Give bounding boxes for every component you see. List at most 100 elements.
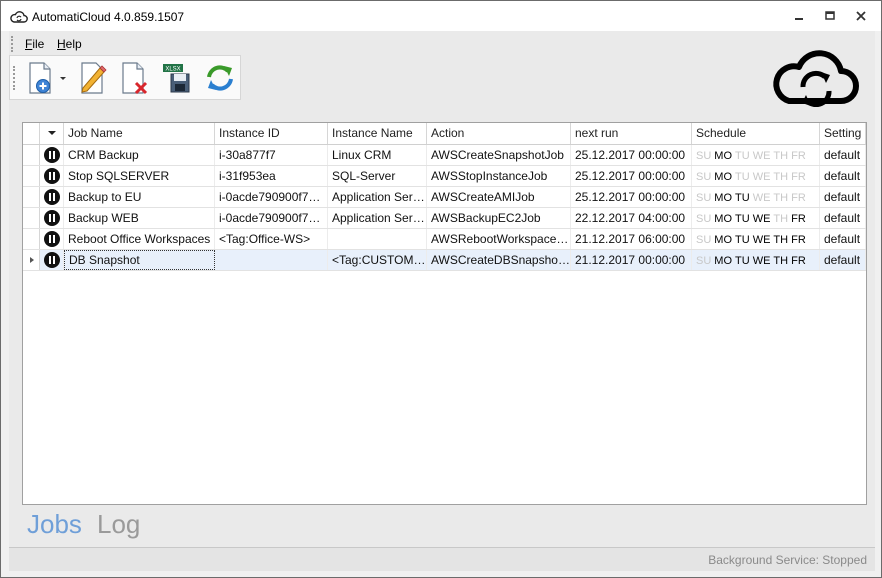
table-row[interactable]: Backup WEB i-0acde790900f786a9 Application… bbox=[23, 208, 866, 229]
pause-button[interactable] bbox=[40, 145, 64, 165]
cell-job-name[interactable]: CRM Backup bbox=[64, 145, 215, 165]
cell-setting[interactable]: default bbox=[820, 187, 866, 207]
schedule-day: TU bbox=[735, 213, 750, 225]
cell-schedule[interactable]: SU MO TU WE TH FR bbox=[692, 229, 820, 249]
cell-next-run[interactable]: 25.12.2017 00:00:00 bbox=[571, 166, 692, 186]
minimize-button[interactable] bbox=[785, 5, 813, 27]
close-button[interactable] bbox=[847, 5, 875, 27]
cell-instance-name[interactable]: SQL-Server bbox=[328, 166, 427, 186]
pause-button[interactable] bbox=[40, 250, 64, 270]
menu-grip[interactable] bbox=[11, 36, 14, 52]
header-next-run[interactable]: next run bbox=[571, 123, 692, 144]
header-instance-name[interactable]: Instance Name bbox=[328, 123, 427, 144]
toolbar-grip[interactable] bbox=[13, 66, 16, 90]
cell-action[interactable]: AWSBackupEC2Job bbox=[427, 208, 571, 228]
app-window: AutomatiCloud 4.0.859.1507 File Help XLS… bbox=[0, 0, 882, 578]
cell-next-run[interactable]: 25.12.2017 00:00:00 bbox=[571, 187, 692, 207]
cell-setting[interactable]: default bbox=[820, 145, 866, 165]
row-indicator[interactable] bbox=[23, 187, 40, 207]
menu-file[interactable]: File bbox=[25, 37, 44, 51]
cell-setting[interactable]: default bbox=[820, 229, 866, 249]
cell-instance-name[interactable]: <Tag:CUSTOME… bbox=[328, 250, 427, 270]
row-indicator[interactable] bbox=[23, 166, 40, 186]
cell-schedule[interactable]: SU MO TU WE TH FR bbox=[692, 250, 820, 270]
cell-instance-id[interactable]: i-30a877f7 bbox=[215, 145, 328, 165]
schedule-day: FR bbox=[791, 213, 806, 225]
table-row[interactable]: Backup to EU i-0acde790900f786a9 Applicati… bbox=[23, 187, 866, 208]
refresh-button[interactable] bbox=[202, 60, 238, 96]
header-action[interactable]: Action bbox=[427, 123, 571, 144]
cell-schedule[interactable]: SU MO TU WE TH FR bbox=[692, 208, 820, 228]
cell-next-run[interactable]: 21.12.2017 06:00:00 bbox=[571, 229, 692, 249]
cell-job-name[interactable]: DB Snapshot bbox=[64, 250, 215, 270]
cell-job-name[interactable]: Reboot Office Workspaces bbox=[64, 229, 215, 249]
cell-next-run[interactable]: 21.12.2017 00:00:00 bbox=[571, 250, 692, 270]
row-indicator[interactable] bbox=[23, 208, 40, 228]
header-menu-button[interactable] bbox=[40, 123, 64, 144]
header-setting[interactable]: Setting bbox=[820, 123, 866, 144]
cell-instance-name[interactable] bbox=[328, 229, 427, 249]
cell-instance-name[interactable]: Application Server bbox=[328, 208, 427, 228]
cell-action[interactable]: AWSCreateDBSnapshotJob bbox=[427, 250, 571, 270]
schedule-day: MO bbox=[714, 171, 733, 183]
cell-action[interactable]: AWSStopInstanceJob bbox=[427, 166, 571, 186]
cell-instance-name[interactable]: Application Server bbox=[328, 187, 427, 207]
schedule-day: WE bbox=[752, 234, 771, 246]
pause-icon bbox=[43, 252, 60, 268]
cell-job-name[interactable]: Backup WEB bbox=[64, 208, 215, 228]
edit-job-button[interactable] bbox=[74, 60, 110, 96]
new-job-button[interactable] bbox=[24, 60, 66, 96]
pause-button[interactable] bbox=[40, 166, 64, 186]
tab-log[interactable]: Log bbox=[97, 509, 140, 540]
title-bar[interactable]: AutomatiCloud 4.0.859.1507 bbox=[1, 1, 881, 31]
cell-next-run[interactable]: 22.12.2017 04:00:00 bbox=[571, 208, 692, 228]
header-schedule[interactable]: Schedule bbox=[692, 123, 820, 144]
maximize-button[interactable] bbox=[816, 5, 844, 27]
table-row[interactable]: CRM Backup i-30a877f7 Linux CRM AWSCreateSn… bbox=[23, 145, 866, 166]
schedule-day: FR bbox=[791, 255, 806, 267]
cell-setting[interactable]: default bbox=[820, 208, 866, 228]
row-indicator[interactable] bbox=[23, 229, 40, 249]
cell-job-name[interactable]: Backup to EU bbox=[64, 187, 215, 207]
export-xlsx-button[interactable]: XLSX bbox=[160, 60, 196, 96]
pause-button[interactable] bbox=[40, 208, 64, 228]
cell-action[interactable]: AWSCreateSnapshotJob bbox=[427, 145, 571, 165]
cell-schedule[interactable]: SU MO TU WE TH FR bbox=[692, 187, 820, 207]
cell-action[interactable]: AWSCreateAMIJob bbox=[427, 187, 571, 207]
row-indicator[interactable] bbox=[23, 145, 40, 165]
schedule-day: MO bbox=[714, 234, 733, 246]
cell-instance-id[interactable] bbox=[215, 250, 328, 270]
cell-next-run[interactable]: 25.12.2017 00:00:00 bbox=[571, 145, 692, 165]
menu-help[interactable]: Help bbox=[57, 37, 82, 51]
pause-icon bbox=[43, 147, 60, 163]
cell-instance-name[interactable]: Linux CRM bbox=[328, 145, 427, 165]
cell-instance-id[interactable]: i-0acde790900f786a9 bbox=[215, 208, 328, 228]
schedule-day: TU bbox=[735, 192, 750, 204]
cell-instance-id[interactable]: i-31f953ea bbox=[215, 166, 328, 186]
cell-schedule[interactable]: SU MO TU WE TH FR bbox=[692, 166, 820, 186]
header-job-name[interactable]: Job Name bbox=[64, 123, 215, 144]
tab-jobs[interactable]: Jobs bbox=[27, 509, 82, 540]
cell-job-name[interactable]: Stop SQLSERVER bbox=[64, 166, 215, 186]
main-client: File Help XLSX Job Name Instance ID Inst… bbox=[9, 31, 875, 571]
cell-action[interactable]: AWSRebootWorkspacesJob bbox=[427, 229, 571, 249]
cell-instance-id[interactable]: i-0acde790900f786a9 bbox=[215, 187, 328, 207]
table-row[interactable]: DB Snapshot <Tag:CUSTOME… AWSCreateDBSnaps… bbox=[23, 250, 866, 271]
delete-job-button[interactable] bbox=[117, 60, 153, 96]
schedule-day: WE bbox=[752, 192, 771, 204]
header-instance-id[interactable]: Instance ID bbox=[215, 123, 328, 144]
pause-button[interactable] bbox=[40, 229, 64, 249]
row-indicator[interactable] bbox=[23, 250, 40, 270]
cell-setting[interactable]: default bbox=[820, 166, 866, 186]
table-row[interactable]: Reboot Office Workspaces <Tag:Office-WS> A… bbox=[23, 229, 866, 250]
schedule-day: TU bbox=[735, 171, 750, 183]
table-row[interactable]: Stop SQLSERVER i-31f953ea SQL-Server AWSSto… bbox=[23, 166, 866, 187]
cell-setting[interactable]: default bbox=[820, 250, 866, 270]
pause-icon bbox=[43, 189, 60, 205]
cell-instance-id[interactable]: <Tag:Office-WS> bbox=[215, 229, 328, 249]
schedule-day: SU bbox=[696, 234, 712, 246]
pause-button[interactable] bbox=[40, 187, 64, 207]
jobs-grid[interactable]: Job Name Instance ID Instance Name Actio… bbox=[22, 122, 867, 505]
pause-icon bbox=[43, 210, 60, 226]
cell-schedule[interactable]: SU MO TU WE TH FR bbox=[692, 145, 820, 165]
